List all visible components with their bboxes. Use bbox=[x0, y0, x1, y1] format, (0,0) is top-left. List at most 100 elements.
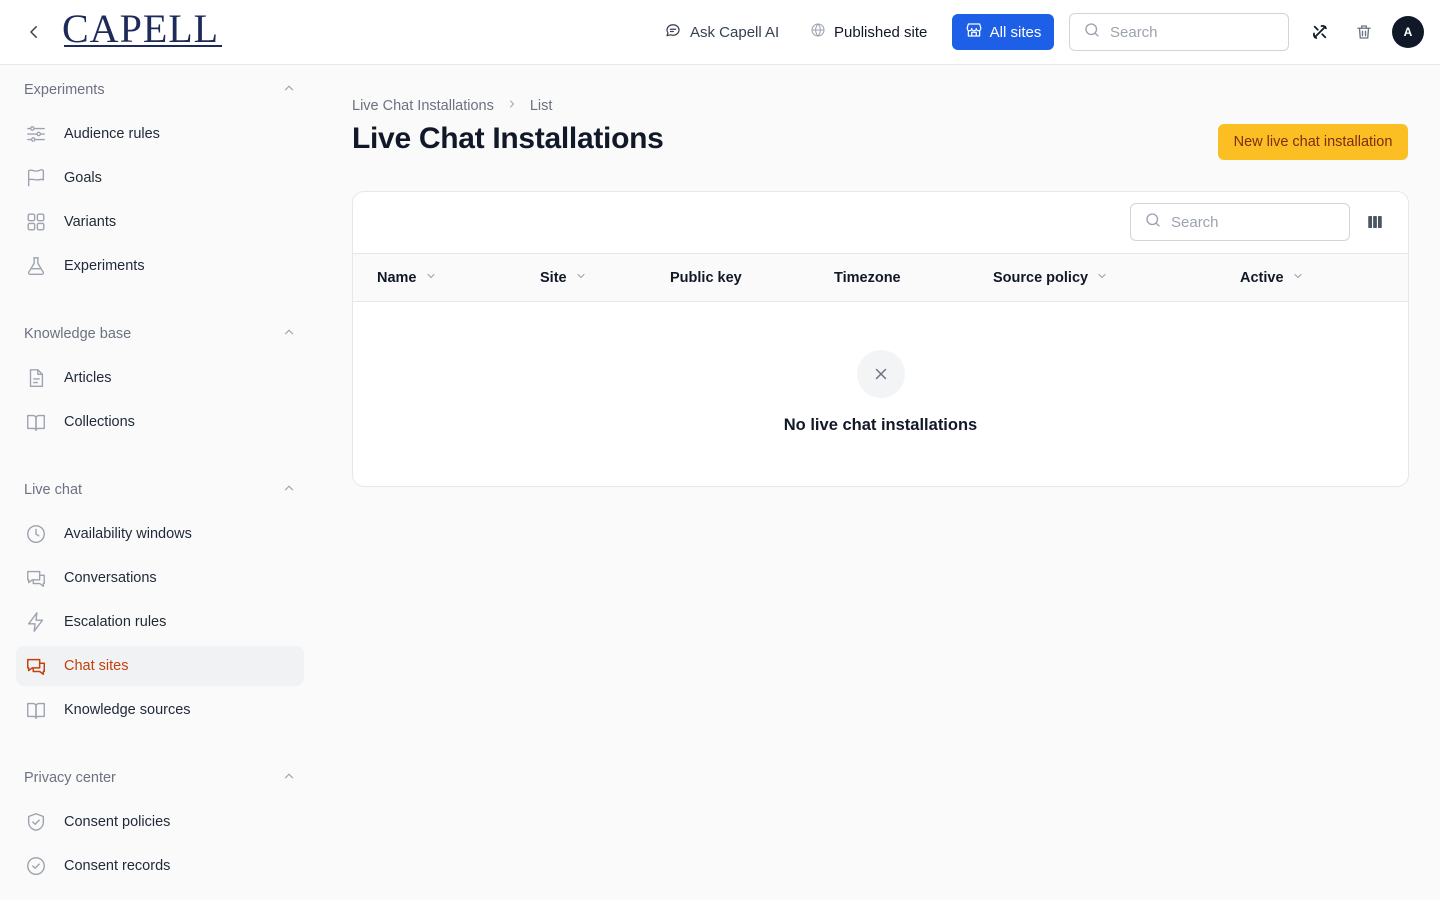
breadcrumb: Live Chat Installations List bbox=[352, 97, 552, 115]
sidebar-item-label: Variants bbox=[64, 214, 117, 230]
bolt-icon bbox=[24, 610, 48, 634]
sliders-icon bbox=[24, 122, 48, 146]
column-header-public-key: Public key bbox=[670, 254, 742, 301]
table-search[interactable] bbox=[1130, 203, 1350, 241]
sidebar-item-label: Articles bbox=[64, 370, 112, 386]
top-bar: CAPELL Ask Capell AI Published site All … bbox=[0, 0, 1440, 65]
logo-underline bbox=[64, 45, 222, 47]
empty-state-message: No live chat installations bbox=[783, 416, 978, 434]
sidebar: Experiments Audience rules Goals Variant… bbox=[0, 65, 320, 900]
column-label: Public key bbox=[670, 269, 742, 286]
chevron-right-icon bbox=[506, 98, 518, 114]
book-open-icon bbox=[24, 410, 48, 434]
column-label: Site bbox=[540, 269, 567, 286]
breadcrumb-current: List bbox=[529, 98, 553, 114]
sidebar-item-label: Availability windows bbox=[64, 526, 192, 542]
globe-icon bbox=[810, 22, 826, 42]
sidebar-item-consent-policies[interactable]: Consent policies bbox=[16, 802, 304, 842]
sidebar-item-label: Conversations bbox=[64, 570, 157, 586]
columns-icon[interactable] bbox=[1363, 210, 1387, 234]
user-avatar[interactable]: A bbox=[1392, 16, 1424, 48]
sidebar-group-privacy-center[interactable]: Privacy center bbox=[24, 766, 296, 790]
sidebar-item-conversations[interactable]: Conversations bbox=[16, 558, 304, 598]
chevron-down-icon bbox=[425, 270, 437, 286]
chevron-down-icon bbox=[1292, 270, 1304, 286]
sidebar-item-label: Goals bbox=[64, 170, 102, 186]
column-header-source-policy[interactable]: Source policy bbox=[993, 254, 1108, 301]
sidebar-item-consent-records[interactable]: Consent records bbox=[16, 846, 304, 886]
table-search-input[interactable] bbox=[1171, 213, 1331, 231]
chat-bubbles-icon bbox=[24, 566, 48, 590]
group-title: Knowledge base bbox=[24, 326, 132, 342]
published-site-link[interactable]: Published site bbox=[810, 14, 927, 50]
group-title: Experiments bbox=[24, 82, 105, 98]
sidebar-group-knowledge-base[interactable]: Knowledge base bbox=[24, 322, 296, 346]
empty-state-x-icon bbox=[857, 350, 905, 398]
sidebar-item-chat-sites[interactable]: Chat sites bbox=[16, 646, 304, 686]
installations-table-card: Name Site Public key Timezone Source pol… bbox=[352, 191, 1409, 487]
column-header-active[interactable]: Active bbox=[1240, 254, 1304, 301]
sidebar-item-label: Collections bbox=[64, 414, 135, 430]
chevron-up-icon bbox=[282, 769, 296, 787]
check-circle-icon bbox=[24, 854, 48, 878]
column-label: Source policy bbox=[993, 269, 1089, 286]
trash-icon[interactable] bbox=[1352, 20, 1376, 44]
all-sites-button[interactable]: All sites bbox=[952, 14, 1054, 50]
book-open-icon bbox=[24, 698, 48, 722]
tools-icon[interactable] bbox=[1308, 20, 1332, 44]
chat-bubbles-icon bbox=[24, 654, 48, 678]
ask-ai-button[interactable]: Ask Capell AI bbox=[664, 14, 779, 50]
sidebar-item-escalation-rules[interactable]: Escalation rules bbox=[16, 602, 304, 642]
column-label: Name bbox=[377, 269, 417, 286]
sidebar-item-collections[interactable]: Collections bbox=[16, 402, 304, 442]
chevron-up-icon bbox=[282, 325, 296, 343]
all-sites-label: All sites bbox=[989, 23, 1042, 41]
sidebar-item-goals[interactable]: Goals bbox=[16, 158, 304, 198]
column-header-name[interactable]: Name bbox=[377, 254, 437, 301]
sidebar-item-label: Knowledge sources bbox=[64, 702, 191, 718]
column-header-site[interactable]: Site bbox=[540, 254, 587, 301]
sidebar-item-experiments[interactable]: Experiments bbox=[16, 246, 304, 286]
search-icon bbox=[1083, 21, 1101, 44]
sidebar-item-label: Consent policies bbox=[64, 814, 171, 830]
chevron-up-icon bbox=[282, 481, 296, 499]
global-search-input[interactable] bbox=[1110, 23, 1270, 41]
sidebar-group-live-chat[interactable]: Live chat bbox=[24, 478, 296, 502]
sidebar-item-label: Escalation rules bbox=[64, 614, 167, 630]
chevron-up-icon bbox=[282, 81, 296, 99]
ask-ai-label: Ask Capell AI bbox=[690, 23, 780, 41]
group-title: Privacy center bbox=[24, 770, 116, 786]
sidebar-item-articles[interactable]: Articles bbox=[16, 358, 304, 398]
sidebar-item-knowledge-sources[interactable]: Knowledge sources bbox=[16, 690, 304, 730]
column-label: Active bbox=[1240, 269, 1284, 286]
published-site-label: Published site bbox=[834, 23, 928, 41]
shield-check-icon bbox=[24, 810, 48, 834]
sidebar-item-variants[interactable]: Variants bbox=[16, 202, 304, 242]
sidebar-item-label: Chat sites bbox=[64, 658, 129, 674]
back-arrow-icon[interactable] bbox=[22, 20, 46, 44]
sidebar-item-label: Experiments bbox=[64, 258, 145, 274]
column-label: Timezone bbox=[834, 269, 901, 286]
group-title: Live chat bbox=[24, 482, 83, 498]
sidebar-item-audience-rules[interactable]: Audience rules bbox=[16, 114, 304, 154]
chat-bubble-icon bbox=[664, 21, 682, 43]
search-icon bbox=[1144, 211, 1162, 234]
chevron-down-icon bbox=[575, 270, 587, 286]
chevron-down-icon bbox=[1096, 270, 1108, 286]
breadcrumb-link[interactable]: Live Chat Installations bbox=[352, 98, 494, 114]
global-search[interactable] bbox=[1069, 13, 1289, 51]
column-header-timezone: Timezone bbox=[834, 254, 901, 301]
clock-icon bbox=[24, 522, 48, 546]
page-title: Live Chat Installations bbox=[352, 122, 664, 155]
sidebar-item-label: Consent records bbox=[64, 858, 171, 874]
grid-icon bbox=[24, 210, 48, 234]
sidebar-item-availability-windows[interactable]: Availability windows bbox=[16, 514, 304, 554]
flag-icon bbox=[24, 166, 48, 190]
flask-icon bbox=[24, 254, 48, 278]
sidebar-group-experiments[interactable]: Experiments bbox=[24, 78, 296, 102]
document-icon bbox=[24, 366, 48, 390]
new-live-chat-installation-button[interactable]: New live chat installation bbox=[1218, 124, 1408, 160]
storefront-icon bbox=[965, 21, 983, 43]
table-header: Name Site Public key Timezone Source pol… bbox=[353, 253, 1408, 302]
sidebar-item-label: Audience rules bbox=[64, 126, 160, 142]
